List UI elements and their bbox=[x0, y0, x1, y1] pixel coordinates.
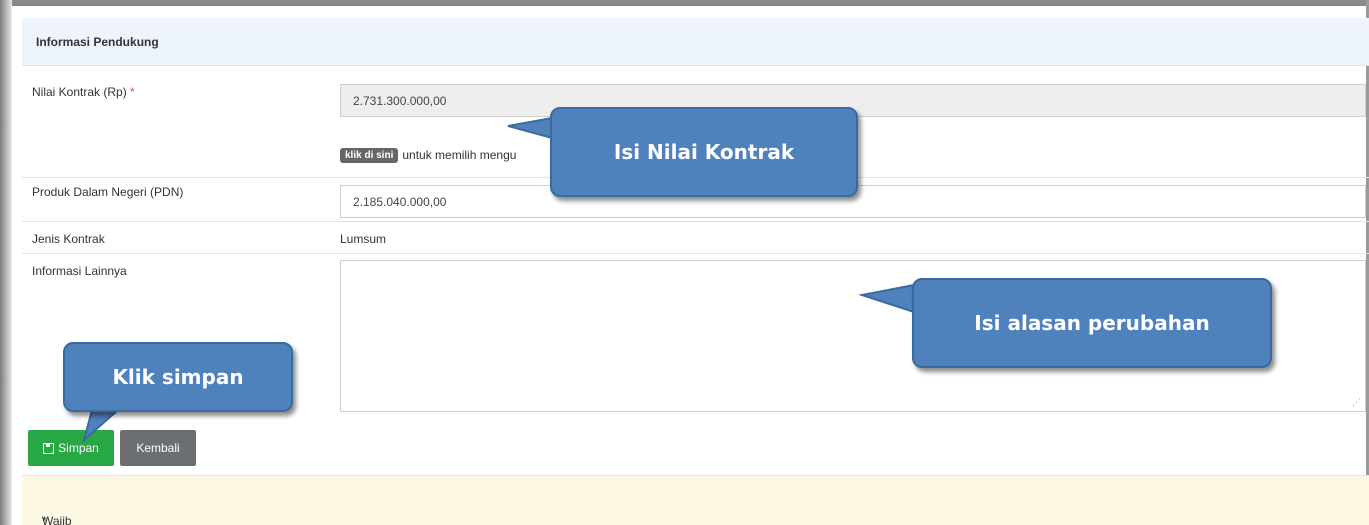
callout-tails bbox=[82, 116, 915, 443]
callout-tail-nilai-kontrak bbox=[507, 116, 553, 140]
callout-klik-simpan: Klik simpan bbox=[63, 342, 293, 412]
callout-tail-simpan bbox=[82, 409, 121, 443]
callout-isi-alasan-perubahan: Isi alasan perubahan bbox=[912, 278, 1272, 368]
callout-isi-nilai-kontrak: Isi Nilai Kontrak bbox=[550, 107, 858, 197]
callout-tail-alasan bbox=[858, 283, 915, 314]
